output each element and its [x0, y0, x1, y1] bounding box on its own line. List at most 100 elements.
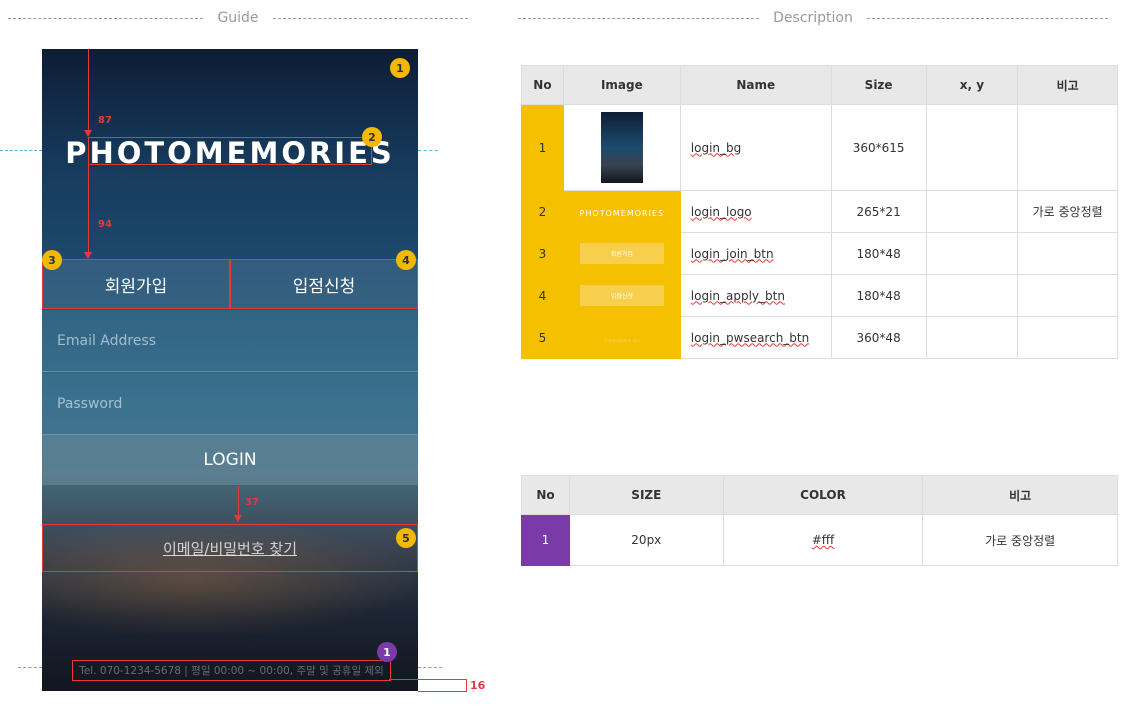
header-note: 비고 [1017, 65, 1118, 105]
thumb-join-btn: 회원가입 [562, 232, 681, 275]
arrow-down-icon [84, 252, 92, 259]
badge-5: 5 [396, 528, 416, 548]
row-note [1017, 316, 1118, 359]
row-no: 3 [521, 232, 564, 275]
measure-line-bottom [238, 486, 239, 516]
header-size: SIZE [568, 475, 724, 515]
header-color: COLOR [722, 475, 924, 515]
apply-button[interactable]: 입점신청 [230, 259, 418, 309]
row-xy [925, 232, 1019, 275]
table-header-row: No Image Name Size x, y 비고 [521, 65, 1118, 105]
baseline-guide-left [0, 150, 42, 151]
row-note: 가로 중앙정렬 [922, 514, 1118, 566]
thumb-login-bg [562, 104, 681, 191]
measure-label-87: 87 [98, 115, 112, 126]
arrow-down-icon [234, 515, 242, 522]
thumb-login-logo: PHOTOMEMORIES [562, 190, 681, 233]
row-note [1017, 104, 1118, 191]
row-size: 360*615 [830, 104, 927, 191]
heading-rule [866, 17, 1109, 19]
password-search-button[interactable]: 이메일/비밀번호 찾기 [42, 524, 418, 572]
badge-3: 3 [42, 250, 62, 270]
row-size: 265*21 [830, 190, 927, 233]
header-name: Name [679, 65, 832, 105]
table-row: 3 회원가입 login_join_btn 180*48 [521, 232, 1118, 275]
measure-label-37: 37 [245, 497, 259, 508]
header-size: Size [830, 65, 927, 105]
logo-thumbnail: PHOTOMEMORIES [579, 208, 665, 218]
guide-heading: Guide [8, 10, 468, 26]
table-row: 5 이메일/비밀번호 찾기 login_pwsearch_btn 360*48 [521, 316, 1118, 359]
phone-login-mockup: PHOTOMEMORIES 회원가입 입점신청 Email Address Pa… [42, 49, 418, 691]
header-no: No [521, 475, 570, 515]
table-header-row: No SIZE COLOR 비고 [521, 475, 1118, 515]
row-xy [925, 190, 1019, 233]
row-size: 20px [568, 514, 724, 566]
row-note: 가로 중앙정렬 [1017, 190, 1118, 233]
contact-footer: Tel. 070-1234-5678 | 평일 00:00 ~ 00:00, 주… [72, 660, 391, 681]
guide-heading-label: Guide [217, 10, 259, 26]
table-row: 4 입점신청 login_apply_btn 180*48 [521, 274, 1118, 317]
table-row: 2 PHOTOMEMORIES login_logo 265*21 가로 중앙정… [521, 190, 1118, 233]
row-color-text: #fff [811, 533, 835, 547]
join-button-thumbnail: 회원가입 [579, 243, 664, 264]
badge-1: 1 [390, 58, 410, 78]
row-name-text: login_bg [690, 140, 742, 155]
badge-4: 4 [396, 250, 416, 270]
row-name: login_join_btn [679, 232, 832, 275]
row-note [1017, 232, 1118, 275]
measure-line-top [88, 49, 89, 133]
row-name: login_logo [679, 190, 832, 233]
description-heading-label: Description [773, 10, 853, 26]
row-size: 180*48 [830, 274, 927, 317]
password-search-label: 이메일/비밀번호 찾기 [162, 539, 298, 558]
measure-label-16: 16 [470, 679, 486, 692]
logo-guide-box [88, 137, 372, 165]
thumb-apply-btn: 입점신청 [562, 274, 681, 317]
password-field[interactable]: Password [42, 373, 418, 435]
join-button[interactable]: 회원가입 [42, 259, 230, 309]
text-spec-table: No SIZE COLOR 비고 1 20px #fff 가로 중앙정렬 [521, 475, 1118, 566]
header-image: Image [562, 65, 681, 105]
row-name: login_apply_btn [679, 274, 832, 317]
row-name-text: login_logo [690, 204, 752, 219]
join-apply-tabs: 회원가입 입점신청 [42, 259, 418, 309]
apply-button-thumbnail: 입점신청 [579, 285, 664, 306]
arrow-down-icon [84, 130, 92, 137]
row-no: 5 [521, 316, 564, 359]
row-xy [925, 316, 1019, 359]
row-no: 4 [521, 274, 564, 317]
row-name: login_bg [679, 104, 832, 191]
measure-label-94: 94 [98, 219, 112, 230]
table-row: 1 20px #fff 가로 중앙정렬 [521, 514, 1118, 566]
row-size: 360*48 [830, 316, 927, 359]
login-button[interactable]: LOGIN [42, 435, 418, 485]
footer-measure-line [389, 679, 467, 680]
heading-rule [272, 17, 468, 19]
row-name: login_pwsearch_btn [679, 316, 832, 359]
row-name-text: login_apply_btn [690, 288, 785, 303]
row-no: 1 [521, 104, 564, 191]
footer-measure-tick [466, 679, 467, 691]
row-name-text: login_join_btn [690, 246, 774, 261]
image-spec-table: No Image Name Size x, y 비고 1 login_bg 36… [521, 65, 1118, 359]
heading-rule [518, 17, 760, 19]
baseline-guide-right [418, 150, 438, 151]
badge-2: 2 [362, 127, 382, 147]
measure-line-middle [88, 165, 89, 253]
row-size: 180*48 [830, 232, 927, 275]
heading-rule [8, 17, 204, 19]
footer-guide-left [18, 667, 42, 668]
row-no: 1 [521, 514, 570, 566]
header-xy: x, y [925, 65, 1019, 105]
email-field[interactable]: Email Address [42, 310, 418, 372]
header-no: No [521, 65, 564, 105]
description-heading: Description [518, 10, 1109, 26]
row-color: #fff [722, 514, 924, 566]
badge-text-1: 1 [377, 642, 397, 662]
footer-guide-right [418, 667, 442, 668]
header-note: 비고 [922, 475, 1118, 515]
row-xy [925, 274, 1019, 317]
row-name-text: login_pwsearch_btn [690, 330, 810, 345]
row-no: 2 [521, 190, 564, 233]
